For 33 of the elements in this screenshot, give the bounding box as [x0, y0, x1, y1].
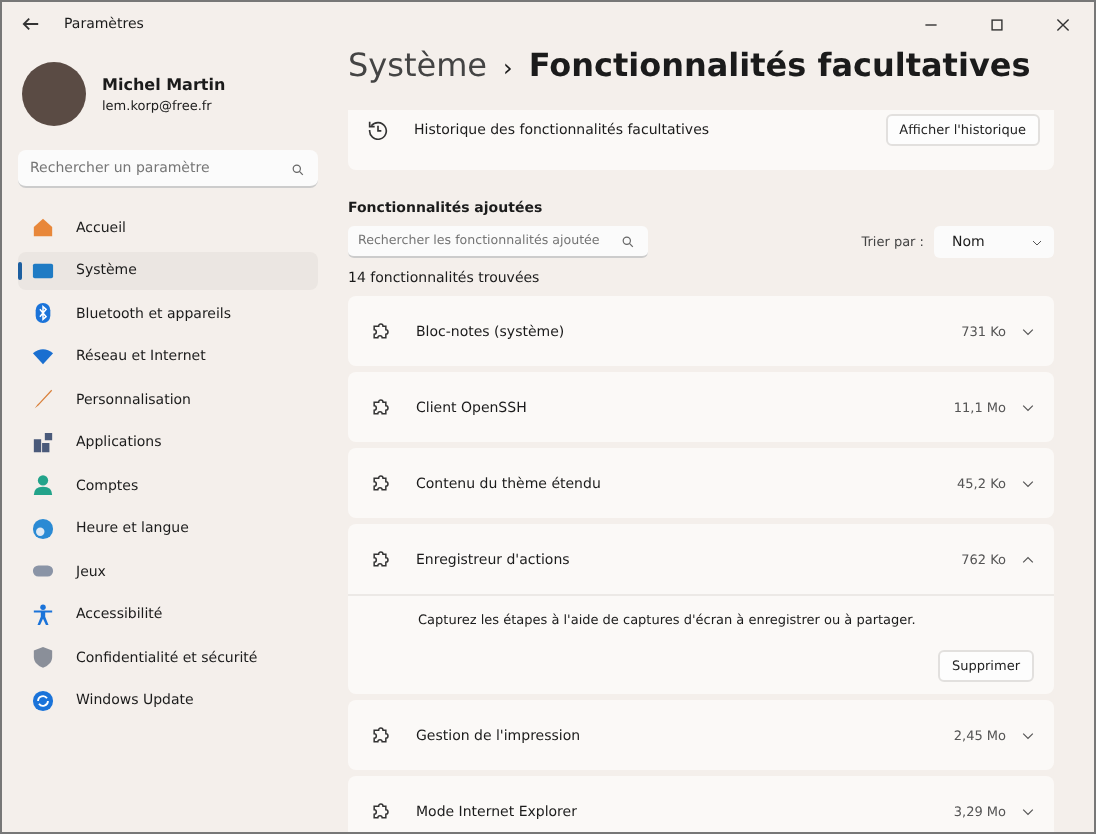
chevron-up-icon: [1022, 555, 1034, 563]
breadcrumb-parent[interactable]: Système: [348, 46, 488, 84]
history-icon: [368, 120, 388, 140]
chevron-down-icon: [1022, 807, 1034, 815]
apps-icon: [32, 431, 54, 453]
search-icon: [622, 236, 634, 248]
chevron-down-icon: [1022, 731, 1034, 739]
chevron-down-icon: [1032, 239, 1042, 245]
close-icon[interactable]: [1056, 17, 1070, 31]
search-icon: [292, 163, 304, 175]
wifi-icon: [32, 345, 54, 367]
person-icon: [32, 474, 54, 496]
puzzle-icon: [370, 549, 390, 569]
chevron-down-icon: [1022, 403, 1034, 411]
home-icon: [32, 216, 54, 238]
puzzle-icon: [370, 397, 390, 417]
bluetooth-icon: [32, 302, 54, 324]
shield-icon: [32, 646, 54, 668]
chevron-down-icon: [1022, 479, 1034, 487]
page-title: Fonctionnalités facultatives: [528, 46, 1031, 84]
puzzle-icon: [370, 801, 390, 821]
chevron-down-icon: [1022, 327, 1034, 335]
puzzle-icon: [370, 321, 390, 341]
accessibility-icon: [32, 603, 54, 625]
user-name: Michel Martin: [102, 75, 226, 93]
breadcrumb-separator: ›: [503, 54, 513, 82]
monitor-icon: [32, 259, 54, 281]
update-icon: [32, 689, 54, 711]
maximize-icon[interactable]: [990, 17, 1004, 31]
puzzle-icon: [370, 473, 390, 493]
avatar-placeholder: [22, 62, 86, 126]
back-icon[interactable]: [22, 16, 40, 32]
puzzle-icon: [370, 725, 390, 745]
